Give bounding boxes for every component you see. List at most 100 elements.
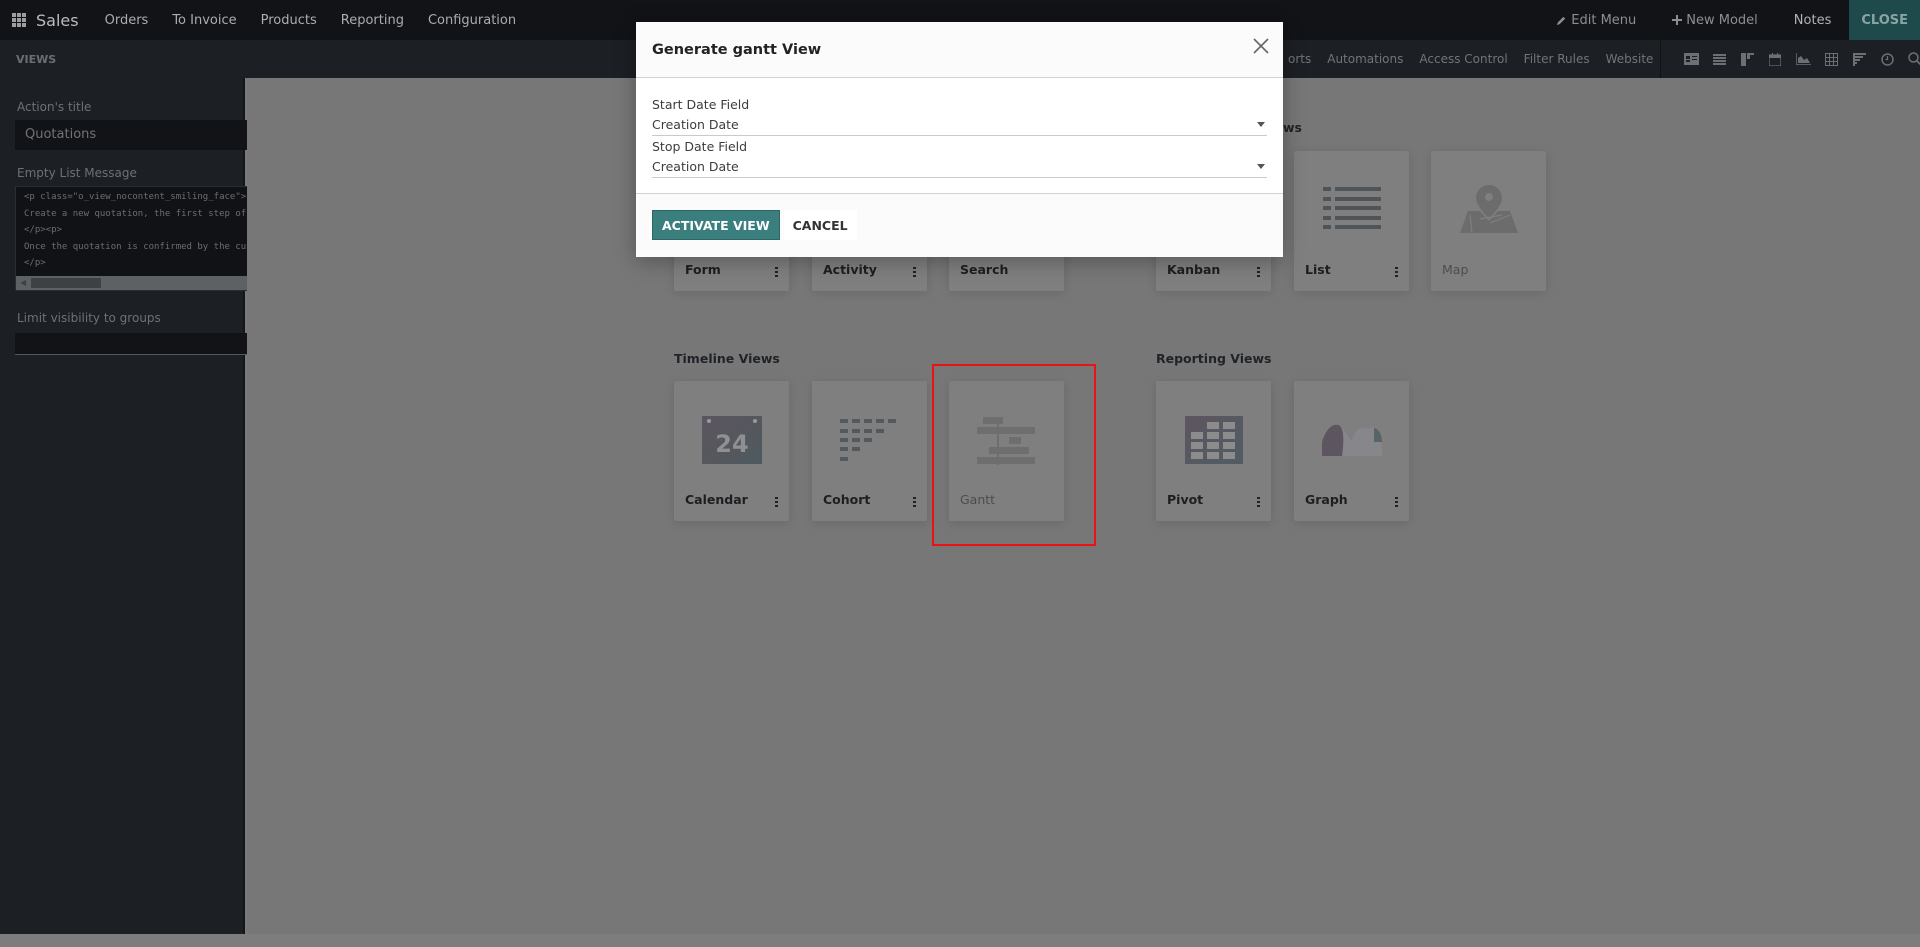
- card-name: Kanban: [1167, 262, 1221, 277]
- menu-orders[interactable]: Orders: [93, 13, 161, 28]
- bottom-strip: [0, 934, 1920, 947]
- edit-menu-button[interactable]: Edit Menu: [1538, 13, 1654, 28]
- textarea-line: <p class="o_view_nocontent_smiling_face"…: [24, 192, 247, 202]
- empty-list-message-textarea[interactable]: <p class="o_view_nocontent_smiling_face"…: [15, 186, 282, 291]
- tab-access-control[interactable]: Access Control: [1411, 52, 1515, 66]
- start-date-field-label: Start Date Field: [652, 97, 750, 112]
- pencil-icon: [1557, 16, 1566, 25]
- list-view-icon[interactable]: [1711, 51, 1727, 67]
- graph-icon: [1321, 424, 1382, 456]
- app-brand[interactable]: Sales: [36, 11, 79, 30]
- close-studio-button[interactable]: CLOSE: [1849, 0, 1920, 40]
- scroll-left-icon[interactable]: ◀: [20, 278, 26, 287]
- textarea-line: </p>: [24, 258, 46, 268]
- card-name: Map: [1442, 262, 1469, 277]
- new-model-label: New Model: [1686, 12, 1758, 28]
- empty-list-message-label: Empty List Message: [17, 166, 137, 180]
- caret-down-icon: [1257, 164, 1265, 169]
- views-section-label: VIEWS: [16, 52, 57, 66]
- textarea-line: Create a new quotation, the first step o…: [24, 208, 257, 219]
- view-switcher: [1660, 40, 1920, 78]
- menu-configuration[interactable]: Configuration: [416, 13, 528, 28]
- kebab-menu-icon[interactable]: [1257, 497, 1260, 507]
- tab-reports[interactable]: orts: [1280, 52, 1319, 66]
- close-icon[interactable]: [1251, 36, 1271, 56]
- card-name: List: [1305, 262, 1331, 277]
- plus-icon: [1672, 15, 1683, 25]
- tab-filter-rules[interactable]: Filter Rules: [1516, 52, 1598, 66]
- tab-automations[interactable]: Automations: [1319, 52, 1411, 66]
- tab-website[interactable]: Website: [1598, 52, 1662, 66]
- kebab-menu-icon[interactable]: [775, 267, 778, 277]
- action-title-label: Action's title: [17, 100, 92, 114]
- edit-menu-label: Edit Menu: [1571, 12, 1637, 28]
- stop-date-field-select[interactable]: Creation Date: [652, 157, 1267, 178]
- kebab-menu-icon[interactable]: [1395, 497, 1398, 507]
- search-view-icon[interactable]: [1907, 51, 1920, 67]
- start-date-field-select[interactable]: Creation Date: [652, 115, 1267, 136]
- notes-button[interactable]: Notes: [1776, 13, 1850, 28]
- card-name: Pivot: [1167, 492, 1204, 507]
- kanban-view-icon[interactable]: [1739, 51, 1755, 67]
- kebab-menu-icon[interactable]: [913, 497, 916, 507]
- dialog-footer: ACTIVATE VIEW CANCEL: [636, 194, 1283, 256]
- action-title-input[interactable]: Quotations: [15, 120, 282, 150]
- dialog-title: Generate gantt View: [652, 41, 822, 58]
- form-view-icon[interactable]: [1683, 51, 1699, 67]
- gantt-view-icon[interactable]: [1851, 51, 1867, 67]
- section-title-partial: ws: [1283, 120, 1302, 135]
- apps-menu-icon[interactable]: [12, 13, 26, 27]
- view-card-gantt[interactable]: Gantt: [949, 381, 1064, 521]
- menu-products[interactable]: Products: [249, 13, 329, 28]
- card-name: Search: [960, 262, 1009, 277]
- caret-down-icon: [1257, 122, 1265, 127]
- card-name: Graph: [1305, 492, 1348, 507]
- card-name: Gantt: [960, 492, 996, 507]
- start-date-field-value: Creation Date: [652, 117, 739, 132]
- card-name: Activity: [823, 262, 877, 277]
- section-title-timeline: Timeline Views: [674, 351, 780, 366]
- calendar-day-number: 24: [715, 430, 748, 458]
- kebab-menu-icon[interactable]: [1395, 267, 1398, 277]
- dialog-body: Start Date Field Creation Date Stop Date…: [636, 78, 1283, 194]
- card-name: Cohort: [823, 492, 871, 507]
- view-card-pivot[interactable]: Pivot: [1156, 381, 1271, 521]
- view-card-calendar[interactable]: 24 Calendar: [674, 381, 789, 521]
- view-card-cohort[interactable]: Cohort: [812, 381, 927, 521]
- card-name: Form: [685, 262, 721, 277]
- calendar-icon: 24: [701, 416, 762, 464]
- card-name: Calendar: [685, 492, 748, 507]
- activate-view-button[interactable]: ACTIVATE VIEW: [652, 210, 780, 240]
- view-card-list[interactable]: List: [1294, 151, 1409, 291]
- map-pin-icon: [1459, 185, 1518, 234]
- new-model-button[interactable]: New Model: [1654, 13, 1776, 28]
- kebab-menu-icon[interactable]: [1257, 267, 1260, 277]
- view-card-map[interactable]: Map: [1431, 151, 1546, 291]
- textarea-line: Once the quotation is confirmed by the c…: [24, 241, 263, 252]
- gantt-icon: [976, 417, 1035, 465]
- list-view-icon: [1322, 187, 1381, 229]
- horizontal-scroll-thumb[interactable]: [31, 278, 101, 288]
- horizontal-scrollbar[interactable]: ◀ ▶ ⟋: [16, 276, 281, 290]
- view-properties-sidebar: Action's title Quotations Empty List Mes…: [0, 78, 282, 934]
- menu-reporting[interactable]: Reporting: [329, 13, 416, 28]
- menu-to-invoice[interactable]: To Invoice: [160, 13, 248, 28]
- cohort-icon: [839, 419, 896, 461]
- pivot-view-icon[interactable]: [1823, 51, 1839, 67]
- view-card-graph[interactable]: Graph: [1294, 381, 1409, 521]
- kebab-menu-icon[interactable]: [913, 267, 916, 277]
- activity-view-icon[interactable]: [1879, 51, 1895, 67]
- pivot-icon: [1184, 416, 1243, 464]
- stop-date-field-label: Stop Date Field: [652, 139, 748, 154]
- section-title-reporting: Reporting Views: [1156, 351, 1272, 366]
- dialog-header: Generate gantt View: [636, 22, 1283, 78]
- calendar-view-icon[interactable]: [1767, 51, 1783, 67]
- limit-groups-label: Limit visibility to groups: [17, 311, 161, 325]
- cancel-button[interactable]: CANCEL: [783, 210, 857, 240]
- kebab-menu-icon[interactable]: [775, 497, 778, 507]
- studio-tabs: orts Automations Access Control Filter R…: [1280, 40, 1661, 78]
- graph-view-icon[interactable]: [1795, 51, 1811, 67]
- limit-groups-select[interactable]: ⌄: [15, 333, 281, 355]
- stop-date-field-value: Creation Date: [652, 159, 739, 174]
- generate-view-dialog: Generate gantt View Start Date Field Cre…: [636, 22, 1283, 257]
